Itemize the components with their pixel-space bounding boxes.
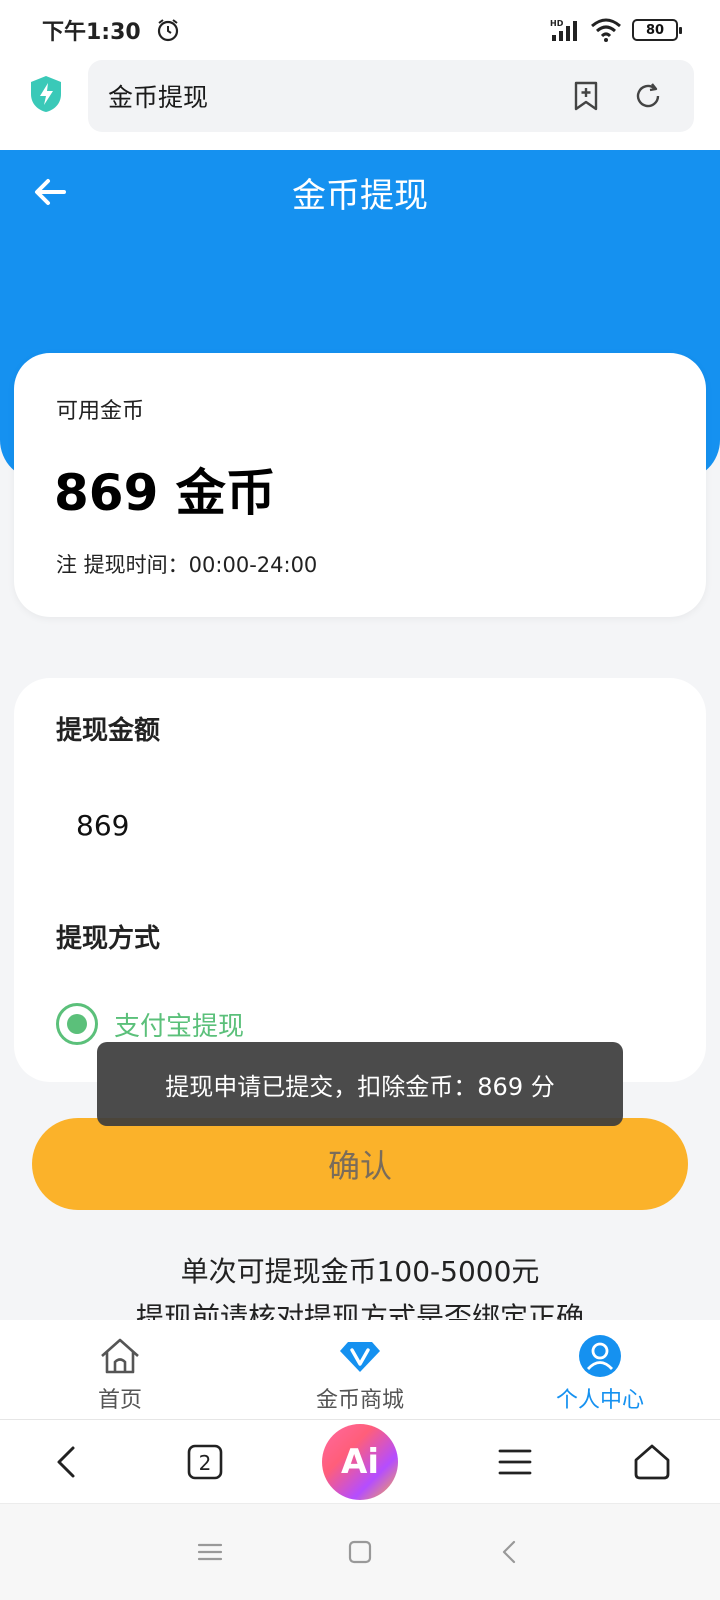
nav-label-profile: 个人中心 <box>555 1388 644 1413</box>
available-coins-label: 可用金币 <box>56 399 145 424</box>
toast-message: 提现申请已提交，扣除金币：869 分 <box>97 1042 623 1126</box>
nav-label-home: 首页 <box>97 1388 142 1413</box>
url-text[interactable]: 金币提现 <box>108 78 208 114</box>
system-back-icon[interactable] <box>495 1537 525 1567</box>
bookmark-add-icon[interactable] <box>570 80 602 112</box>
coin-balance: 869 金币 <box>54 464 276 522</box>
battery-indicator: 80 <box>632 19 682 41</box>
menu-icon[interactable] <box>495 1442 535 1482</box>
shield-icon[interactable] <box>28 74 64 114</box>
tab-count: 2 <box>199 1451 212 1475</box>
url-box[interactable]: 金币提现 <box>88 60 694 132</box>
browser-home-icon[interactable] <box>632 1442 672 1482</box>
withdraw-time-note: 注 提现时间：00:00-24:00 <box>56 553 318 577</box>
wifi-icon <box>591 18 621 42</box>
withdraw-check-info: 提现前请核对提现方式是否绑定正确 <box>135 1301 584 1320</box>
battery-level: 80 <box>645 22 665 38</box>
coin-balance-card: 可用金币 869 金币 注 提现时间：00:00-24:00 <box>14 353 706 617</box>
nav-item-coin-mall[interactable]: 金币商城 <box>240 1320 480 1419</box>
confirm-button[interactable]: 确认 <box>32 1118 688 1210</box>
alipay-radio-option[interactable]: 支付宝提现 <box>56 1003 244 1045</box>
signal-icon: HD <box>550 19 577 41</box>
nav-item-profile[interactable]: 个人中心 <box>480 1320 720 1419</box>
withdraw-amount-label: 提现金额 <box>56 716 161 746</box>
withdraw-limit-info: 单次可提现金币100-5000元 <box>180 1255 540 1288</box>
withdraw-amount-input[interactable] <box>76 800 636 850</box>
system-home-icon[interactable] <box>345 1537 375 1567</box>
alarm-icon <box>157 19 178 42</box>
withdraw-form-card: 提现金额 提现方式 支付宝提现 <box>14 678 706 1082</box>
status-icons: HD 80 <box>550 18 682 42</box>
tabs-icon[interactable]: 2 <box>185 1442 225 1482</box>
page-title: 金币提现 <box>292 176 428 216</box>
nav-item-home[interactable]: 首页 <box>0 1320 240 1419</box>
system-menu-icon[interactable] <box>195 1537 225 1567</box>
system-navigation-bar <box>0 1504 720 1600</box>
ai-assistant-button[interactable]: Ai <box>321 1423 398 1500</box>
status-time: 下午1:30 <box>42 20 141 45</box>
svg-text:HD: HD <box>550 19 564 28</box>
withdraw-method-label: 提现方式 <box>56 924 161 954</box>
alipay-option-label[interactable]: 支付宝提现 <box>114 1006 244 1043</box>
browser-back-icon[interactable] <box>48 1442 88 1482</box>
refresh-icon[interactable] <box>632 80 664 112</box>
user-icon <box>579 1335 621 1377</box>
radio-selected-icon[interactable] <box>56 1003 98 1045</box>
home-icon <box>101 1338 139 1374</box>
diamond-icon <box>340 1342 380 1372</box>
browser-address-bar: 金币提现 <box>0 60 720 150</box>
status-bar: 下午1:30 HD 80 <box>0 0 720 60</box>
nav-label-coin-mall: 金币商城 <box>315 1388 404 1413</box>
web-bottom-nav: 首页 金币商城 个人中心 <box>0 1320 720 1420</box>
browser-toolbar: 2 Ai <box>0 1420 720 1504</box>
